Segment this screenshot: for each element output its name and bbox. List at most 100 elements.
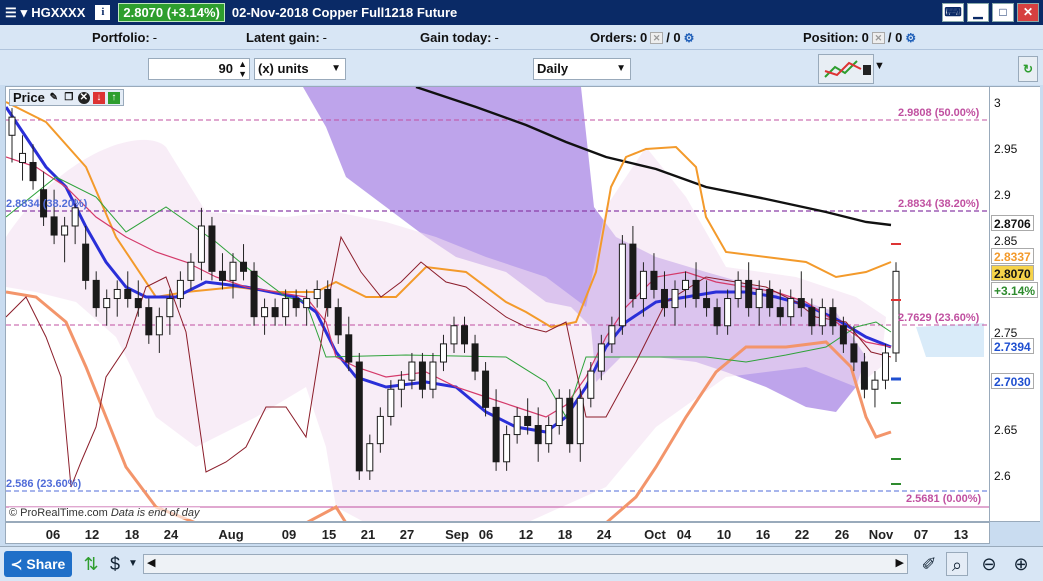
fib-label-23-right: 2.7629 (23.60%) xyxy=(898,312,980,324)
close-icon[interactable]: ✕ xyxy=(77,91,90,104)
candle-body-up xyxy=(19,152,27,163)
candle-body-down xyxy=(345,334,353,363)
candle-body-down xyxy=(629,243,637,300)
scroll-right-icon[interactable]: ▶ xyxy=(896,556,904,569)
chart-canvas xyxy=(6,87,989,521)
horizontal-scrollbar[interactable]: ◀ ▶ xyxy=(143,554,908,574)
price-axis[interactable]: 3 2.95 2.9 2.85 2.75 2.65 2.6 2.8706 2.8… xyxy=(990,86,1040,522)
candle-body-down xyxy=(808,307,816,327)
candle-body-up xyxy=(608,325,616,345)
hamburger-icon[interactable]: ☰ xyxy=(5,5,17,21)
candle xyxy=(250,262,258,326)
window-controls: ⌨ ▁ □ ✕ xyxy=(942,3,1039,22)
drawing-tools-icon[interactable]: ✐ xyxy=(918,552,940,576)
x-tick: Sep xyxy=(445,527,469,542)
position-count: 0 xyxy=(861,30,869,45)
candle-body-up xyxy=(450,325,458,345)
info-icon[interactable]: i xyxy=(95,5,111,20)
candle-body-up xyxy=(155,316,163,336)
portfolio-field: Portfolio: - xyxy=(92,30,157,45)
candle xyxy=(19,135,27,181)
scroll-left-icon[interactable]: ◀ xyxy=(147,556,155,569)
orders-field: Orders: 0 ✕ / 0 ⚙ xyxy=(590,30,694,45)
x-tick: 06 xyxy=(478,527,494,542)
sync-icon[interactable]: ↻ xyxy=(1018,56,1038,82)
candle-body-up xyxy=(724,298,732,327)
candle-body-down xyxy=(218,270,226,281)
spinner-icon[interactable]: ▲ ▼ xyxy=(238,59,247,79)
candle xyxy=(881,343,889,390)
move-down-icon[interactable]: ↓ xyxy=(92,91,105,104)
last-price-box: 2.8070 xyxy=(991,265,1034,281)
wrench-icon[interactable]: ✎ xyxy=(48,92,60,104)
price-chart[interactable]: Price ✎ ❐ ✕ ↓ ↑ 2.9808 (50.00%) 2.8834 (… xyxy=(5,86,990,522)
x-tick: 12 xyxy=(84,527,100,542)
candle-body-down xyxy=(566,397,574,445)
candle-body-down xyxy=(850,343,858,363)
zoom-out-icon[interactable]: ⊖ xyxy=(978,552,1000,576)
candle-body-up xyxy=(818,307,826,327)
gain-today-value: - xyxy=(494,30,499,45)
candle-body-down xyxy=(145,307,153,336)
candle-body-up xyxy=(113,288,121,300)
chevron-down-icon[interactable]: ▼ xyxy=(122,552,144,576)
chevron-down-icon: ▼ xyxy=(331,63,341,74)
position-total: / 0 xyxy=(887,30,903,45)
period-select[interactable]: Daily ▼ xyxy=(533,58,631,80)
zoom-area-icon[interactable]: ⌕ xyxy=(946,552,968,576)
x-tick: 15 xyxy=(321,527,337,542)
chart-type-button[interactable] xyxy=(818,54,874,84)
candle-body-up xyxy=(282,298,290,318)
fib-label-38-right: 2.8834 (38.20%) xyxy=(898,198,980,210)
indicator-icon[interactable]: ⇅ xyxy=(80,552,102,576)
change-box: +3.14% xyxy=(991,282,1039,298)
y-tick: 2.65 xyxy=(994,423,1018,437)
gear-icon[interactable]: ⚙ xyxy=(905,31,916,45)
candle-body-up xyxy=(618,243,626,327)
candle-body-up xyxy=(366,443,374,472)
window-icon[interactable]: ❐ xyxy=(63,92,75,104)
units-input[interactable]: 90 ▲ ▼ xyxy=(148,58,250,80)
candle-body-up xyxy=(397,379,405,390)
close-position-icon[interactable]: ✕ xyxy=(871,31,885,44)
move-up-icon[interactable]: ↑ xyxy=(107,91,120,104)
latent-gain-label: Latent gain: xyxy=(246,30,320,45)
gear-icon[interactable]: ⚙ xyxy=(684,31,695,45)
candle-body-up xyxy=(166,298,174,318)
candle-body-down xyxy=(650,270,658,290)
x-tick: 13 xyxy=(953,527,969,542)
candle-body-down xyxy=(134,298,142,309)
maximize-button[interactable]: □ xyxy=(992,3,1014,22)
blue-ma-box: 2.7394 xyxy=(991,338,1034,354)
gain-today-field: Gain today: - xyxy=(420,30,499,45)
zoom-in-icon[interactable]: ⊕ xyxy=(1010,552,1032,576)
date-axis[interactable]: 06 12 18 24 Aug 09 15 21 27 Sep 06 12 18… xyxy=(5,522,990,544)
candle-body-up xyxy=(103,298,111,309)
candle-body-up xyxy=(8,116,16,136)
title-bar: ☰ ▾ HGXXXX i 2.8070 (+3.14%) 02-Nov-2018… xyxy=(0,0,1043,25)
chevron-down-icon[interactable]: ▼ xyxy=(874,60,885,72)
orders-total: / 0 xyxy=(666,30,681,45)
candle-body-down xyxy=(334,307,342,336)
candle-body-up xyxy=(871,379,879,390)
symbol-selector[interactable]: ☰ ▾ HGXXXX xyxy=(5,5,85,21)
candle-body-up xyxy=(503,434,511,463)
portfolio-value: - xyxy=(152,30,158,45)
minimize-button[interactable]: ▁ xyxy=(967,3,989,22)
candle-body-up xyxy=(71,207,79,227)
share-button[interactable]: ≺ Share xyxy=(4,551,72,577)
candle-body-down xyxy=(82,243,90,281)
candle-body-up xyxy=(576,397,584,445)
share-label: Share xyxy=(26,556,66,572)
x-tick: 16 xyxy=(755,527,771,542)
kijun-box: 2.7030 xyxy=(991,373,1034,389)
close-button[interactable]: ✕ xyxy=(1017,3,1039,22)
cancel-orders-icon[interactable]: ✕ xyxy=(650,31,664,44)
candle xyxy=(566,389,574,453)
orders-label: Orders: xyxy=(590,30,637,45)
candle-body-down xyxy=(250,270,258,318)
candle-body-down xyxy=(471,343,479,372)
units-type-select[interactable]: (x) units ▼ xyxy=(254,58,346,80)
keyboard-icon[interactable]: ⌨ xyxy=(942,3,964,22)
dropdown-arrow-icon[interactable]: ▾ xyxy=(21,5,28,21)
